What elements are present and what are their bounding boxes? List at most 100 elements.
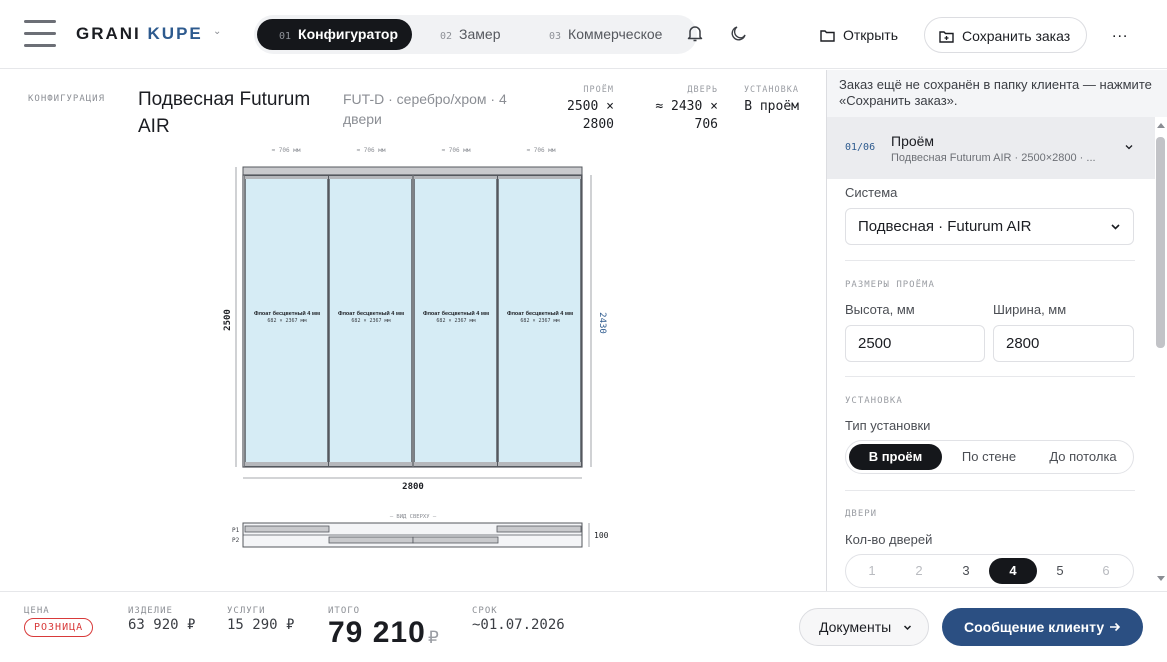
- step-configurator[interactable]: 01 Конфигуратор: [257, 19, 413, 50]
- price-type-badge[interactable]: РОЗНИЦА: [24, 618, 94, 637]
- documents-button[interactable]: Документы: [799, 608, 929, 646]
- bell-icon[interactable]: [685, 23, 707, 45]
- door-count-option-1[interactable]: 1: [849, 558, 895, 584]
- accordion-title: Проём: [891, 133, 935, 149]
- services-price-value: 15 290 ₽: [227, 617, 295, 633]
- menu-icon[interactable]: [24, 18, 56, 48]
- top-view-door-4: [496, 525, 582, 533]
- arrow-right-icon: [1110, 622, 1121, 632]
- system-select-value: Подвесная · Futurum AIR: [858, 218, 1032, 235]
- system-label: Система: [845, 185, 898, 200]
- step-label: Конфигуратор: [298, 26, 399, 42]
- install-option-opening[interactable]: В проём: [849, 444, 942, 470]
- system-select[interactable]: Подвесная · Futurum AIR: [845, 208, 1134, 245]
- door-count-option-2[interactable]: 2: [896, 558, 942, 584]
- door-width-label: ≈ 706 мм: [527, 147, 556, 154]
- scrollbar-thumb[interactable]: [1156, 137, 1165, 348]
- depth-label: 100: [594, 531, 609, 540]
- install-section-label: УСТАНОВКА: [845, 396, 903, 406]
- accordion-step-number: 01/06: [845, 142, 876, 153]
- deadline-value: ~01.07.2026: [472, 617, 565, 633]
- step-label: Коммерческое: [568, 26, 663, 42]
- door-width-label: ≈ 706 мм: [357, 147, 386, 154]
- step-commercial[interactable]: 03 Коммерческое: [549, 19, 662, 50]
- open-button[interactable]: Открыть: [820, 17, 898, 53]
- step-number: 03: [549, 31, 562, 42]
- height-dimension-label: 2500: [223, 309, 233, 331]
- price-label: ЦЕНА: [24, 606, 50, 616]
- settings-panel: Заказ ещё не сохранён в папку клиента — …: [826, 70, 1167, 591]
- message-client-button[interactable]: Сообщение клиенту: [942, 608, 1143, 646]
- step-label: Замер: [459, 26, 501, 42]
- services-price-label: УСЛУГИ: [227, 606, 266, 616]
- step-measure[interactable]: 02 Замер: [440, 19, 501, 50]
- product-price-value: 63 920 ₽: [128, 617, 196, 633]
- door-count-option-4[interactable]: 4: [989, 558, 1037, 584]
- width-input[interactable]: 2800: [993, 325, 1134, 362]
- price-footer: ЦЕНА РОЗНИЦА ИЗДЕЛИЕ 63 920 ₽ УСЛУГИ 15 …: [0, 591, 1167, 662]
- height-input[interactable]: 2500: [845, 325, 985, 362]
- accordion-opening[interactable]: 01/06 Проём Подвесная Futurum AIR · 2500…: [827, 117, 1155, 179]
- door-glass-label: Флоат бесцветный 4 мм: [423, 310, 489, 317]
- folder-save-icon: [939, 31, 954, 43]
- top-rail: [242, 166, 583, 176]
- save-order-label: Сохранить заказ: [962, 28, 1071, 44]
- step-number: 01: [279, 31, 292, 42]
- door-glass-label: Флоат бесцветный 4 мм: [507, 310, 573, 317]
- install-option-ceiling[interactable]: До потолка: [1036, 444, 1130, 470]
- door-count-option-6[interactable]: 6: [1083, 558, 1129, 584]
- door-size-label: 682 × 2367 мм: [436, 318, 475, 324]
- install-option-wall[interactable]: По стене: [944, 444, 1034, 470]
- unsaved-notice: Заказ ещё не сохранён в папку клиента — …: [827, 70, 1167, 117]
- door-width-label: ≈ 706 мм: [442, 147, 471, 154]
- height-label: Высота, мм: [845, 302, 915, 317]
- documents-button-label: Документы: [819, 619, 892, 635]
- open-button-label: Открыть: [843, 27, 898, 43]
- door-count-option-3[interactable]: 3: [943, 558, 989, 584]
- dims-section-label: РАЗМЕРЫ ПРОЁМА: [845, 280, 935, 290]
- top-view-label: — ВИД СВЕРХУ —: [390, 514, 437, 520]
- chevron-down-icon: [903, 625, 912, 631]
- total-value: 79 210: [328, 616, 426, 649]
- divider: [845, 490, 1135, 491]
- more-options-icon[interactable]: ...: [1112, 24, 1128, 42]
- product-price-label: ИЗДЕЛИЕ: [128, 606, 173, 616]
- doors-section-label: ДВЕРИ: [845, 509, 878, 519]
- install-type-label: Тип установки: [845, 418, 931, 433]
- door-size-label: 682 × 2367 мм: [267, 318, 306, 324]
- door-height-label: 2430: [597, 312, 607, 334]
- folder-icon: [820, 30, 835, 42]
- door-count-segmented: 1 2 3 4 5 6: [845, 554, 1134, 588]
- door-glass-label: Флоат бесцветный 4 мм: [338, 310, 404, 317]
- save-order-button[interactable]: Сохранить заказ: [924, 17, 1088, 53]
- top-view-door-3: [412, 536, 499, 544]
- rail-2-label: P2: [232, 537, 240, 544]
- chevron-down-icon: [1125, 145, 1133, 150]
- rail-1-label: P1: [232, 527, 240, 534]
- door-width-label: ≈ 706 мм: [272, 147, 301, 154]
- message-client-label: Сообщение клиенту: [964, 619, 1105, 635]
- chevron-down-icon: [1111, 224, 1120, 230]
- width-label: Ширина, мм: [993, 302, 1067, 317]
- accordion-subtitle: Подвесная Futurum AIR · 2500×2800 · ...: [891, 152, 1096, 164]
- moon-icon[interactable]: [729, 23, 751, 45]
- install-type-segmented: В проём По стене До потолка: [845, 440, 1134, 474]
- deadline-label: СРОК: [472, 606, 498, 616]
- door-size-label: 682 × 2367 мм: [351, 318, 390, 324]
- logo-part-2: KUPE: [147, 24, 203, 43]
- door-count-option-5[interactable]: 5: [1037, 558, 1083, 584]
- width-dimension-label: 2800: [402, 482, 424, 492]
- scroll-down-icon: [1157, 576, 1165, 581]
- logo-caret-icon[interactable]: ⌄: [213, 26, 221, 37]
- workflow-stepper: 01 Конфигуратор 02 Замер 03 Коммерческое: [254, 15, 697, 54]
- top-bar: GRANI KUPE ⌄ 01 Конфигуратор 02 Замер 03 Ко…: [0, 0, 1167, 69]
- app-logo[interactable]: GRANI KUPE: [76, 24, 203, 44]
- top-view-door-1: [244, 525, 330, 533]
- logo-part-1: GRANI: [76, 24, 141, 43]
- step-number: 02: [440, 31, 453, 42]
- total-label: ИТОГО: [328, 606, 361, 616]
- wardrobe-drawing: ≈ 706 мм ≈ 706 мм ≈ 706 мм ≈ 706 мм Флоа…: [223, 147, 609, 548]
- divider: [845, 260, 1135, 261]
- divider: [845, 376, 1135, 377]
- door-glass-label: Флоат бесцветный 4 мм: [254, 310, 320, 317]
